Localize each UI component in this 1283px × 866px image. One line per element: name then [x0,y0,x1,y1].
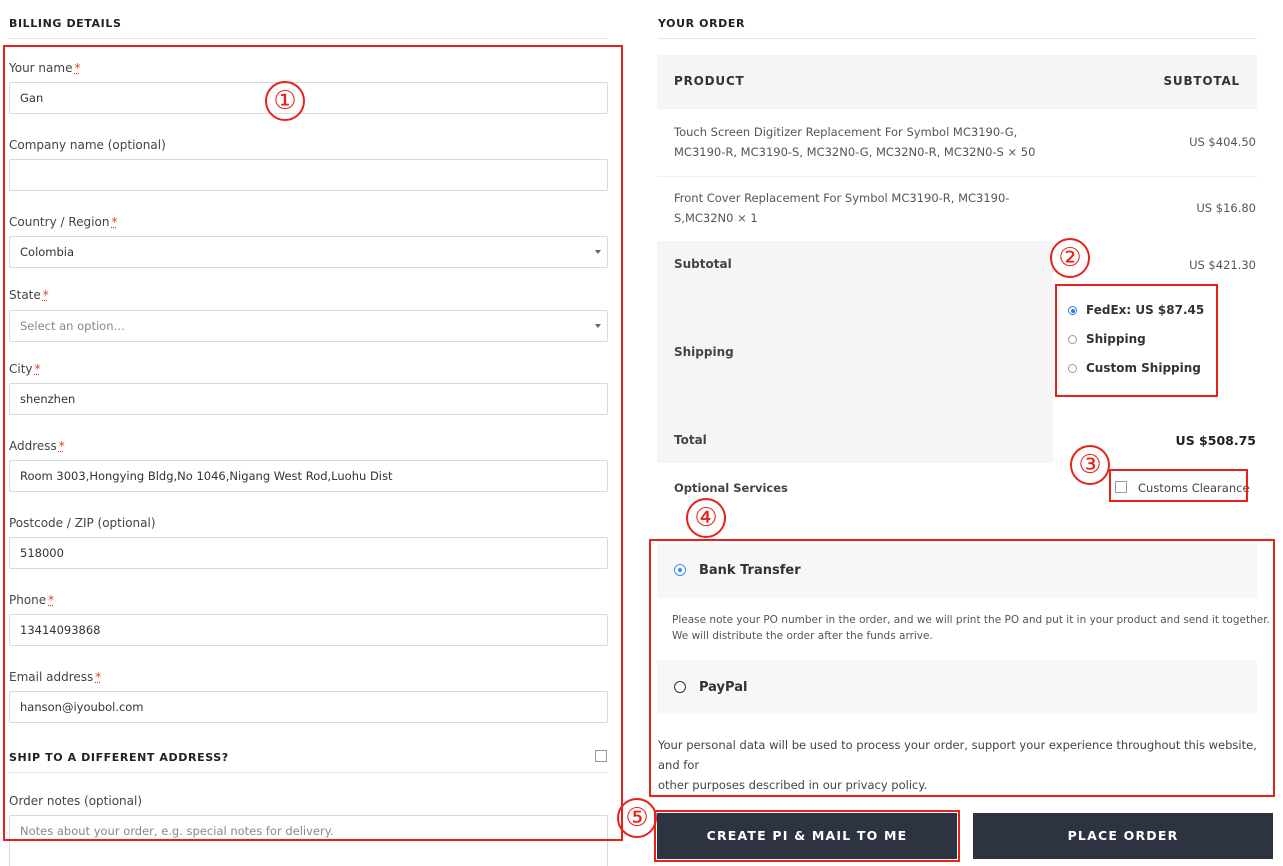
email-label: Email address * [9,670,102,684]
bank-note-line: We will distribute the order after the f… [672,630,933,642]
paypal-radio[interactable] [674,681,686,693]
optional-services-label: Optional Services [674,481,788,495]
subtotal-value: US $421.30 [1189,258,1256,272]
total-label: Total [674,433,707,447]
city-input[interactable]: shenzhen [9,383,608,415]
item-name-line: Touch Screen Digitizer Replacement For S… [674,125,1018,139]
shipping-radio-fedex[interactable] [1068,306,1077,315]
name-input[interactable]: Gan [9,82,608,114]
city-label: City * [9,362,41,376]
divider [658,38,1257,39]
shipping-option-custom[interactable]: Custom Shipping [1086,361,1201,375]
order-heading: YOUR ORDER [658,17,746,30]
annotation-number-5: ⑤ [617,798,657,838]
privacy-notice: Your personal data will be used to proce… [658,735,1263,795]
shipping-option-fedex[interactable]: FedEx: US $87.45 [1086,303,1204,317]
order-item: Front Cover Replacement For Symbol MC319… [674,188,1054,228]
divider [9,38,608,39]
bank-transfer-label[interactable]: Bank Transfer [699,563,801,578]
address-input[interactable]: Room 3003,Hongying Bldg,No 1046,Nigang W… [9,460,608,492]
chevron-down-icon [595,324,601,328]
bank-transfer-radio[interactable] [674,564,686,576]
postcode-input[interactable]: 518000 [9,537,608,569]
annotation-number-2: ② [1050,238,1090,278]
state-value: Select an option… [20,319,125,333]
email-input[interactable]: hanson@iyoubol.com [9,691,608,723]
order-notes-label: Order notes (optional) [9,794,143,808]
customs-clearance-checkbox[interactable] [1115,481,1127,493]
total-value: US $508.75 [1175,433,1256,448]
address-label: Address * [9,439,65,453]
company-label: Company name (optional) [9,138,166,152]
col-subtotal: SUBTOTAL [1163,74,1240,88]
bank-note-line: Please note your PO number in the order,… [672,614,1270,626]
billing-heading: BILLING DETAILS [9,17,122,30]
country-value: Colombia [20,245,75,259]
customs-clearance-label[interactable]: Customs Clearance [1138,481,1250,495]
state-label: State * [9,288,49,302]
divider [9,772,608,773]
item-price: US $404.50 [1189,135,1256,149]
country-select[interactable]: Colombia [9,236,608,268]
annotation-number-3: ③ [1070,445,1110,485]
annotation-number-1: ① [265,81,305,121]
item-name-line: Front Cover Replacement For Symbol MC319… [674,191,1010,205]
state-select[interactable]: Select an option… [9,310,608,342]
bank-transfer-note: Please note your PO number in the order,… [672,612,1270,644]
ship-different-heading: SHIP TO A DIFFERENT ADDRESS? [9,751,229,764]
name-label: Your name * [9,61,81,75]
phone-label: Phone * [9,593,55,607]
phone-input[interactable]: 13414093868 [9,614,608,646]
privacy-line: other purposes described in our privacy … [658,778,928,792]
postcode-label: Postcode / ZIP (optional) [9,516,156,530]
item-name-line: MC3190-R, MC3190-S, MC32N0-G, MC32N0-R, … [674,145,1036,159]
item-price: US $16.80 [1196,201,1256,215]
shipping-radio-custom[interactable] [1068,364,1077,373]
annotation-number-4: ④ [686,498,726,538]
shipping-radio-standard[interactable] [1068,335,1077,344]
ship-different-checkbox[interactable] [595,750,607,762]
order-notes-textarea[interactable]: Notes about your order, e.g. special not… [9,815,608,866]
shipping-label: Shipping [674,345,734,359]
item-name-line: S,MC32N0 × 1 [674,211,758,225]
shipping-option-standard[interactable]: Shipping [1086,332,1146,346]
col-product: PRODUCT [674,74,745,88]
chevron-down-icon [595,250,601,254]
company-input[interactable] [9,159,608,191]
paypal-label[interactable]: PayPal [699,680,747,695]
country-label: Country / Region * [9,215,118,229]
order-item: Touch Screen Digitizer Replacement For S… [674,122,1054,162]
create-pi-button[interactable]: CREATE PI & MAIL TO ME [657,813,957,859]
divider [657,176,1257,177]
subtotal-label: Subtotal [674,257,732,271]
privacy-line: Your personal data will be used to proce… [658,738,1257,772]
place-order-button[interactable]: PLACE ORDER [973,813,1273,859]
